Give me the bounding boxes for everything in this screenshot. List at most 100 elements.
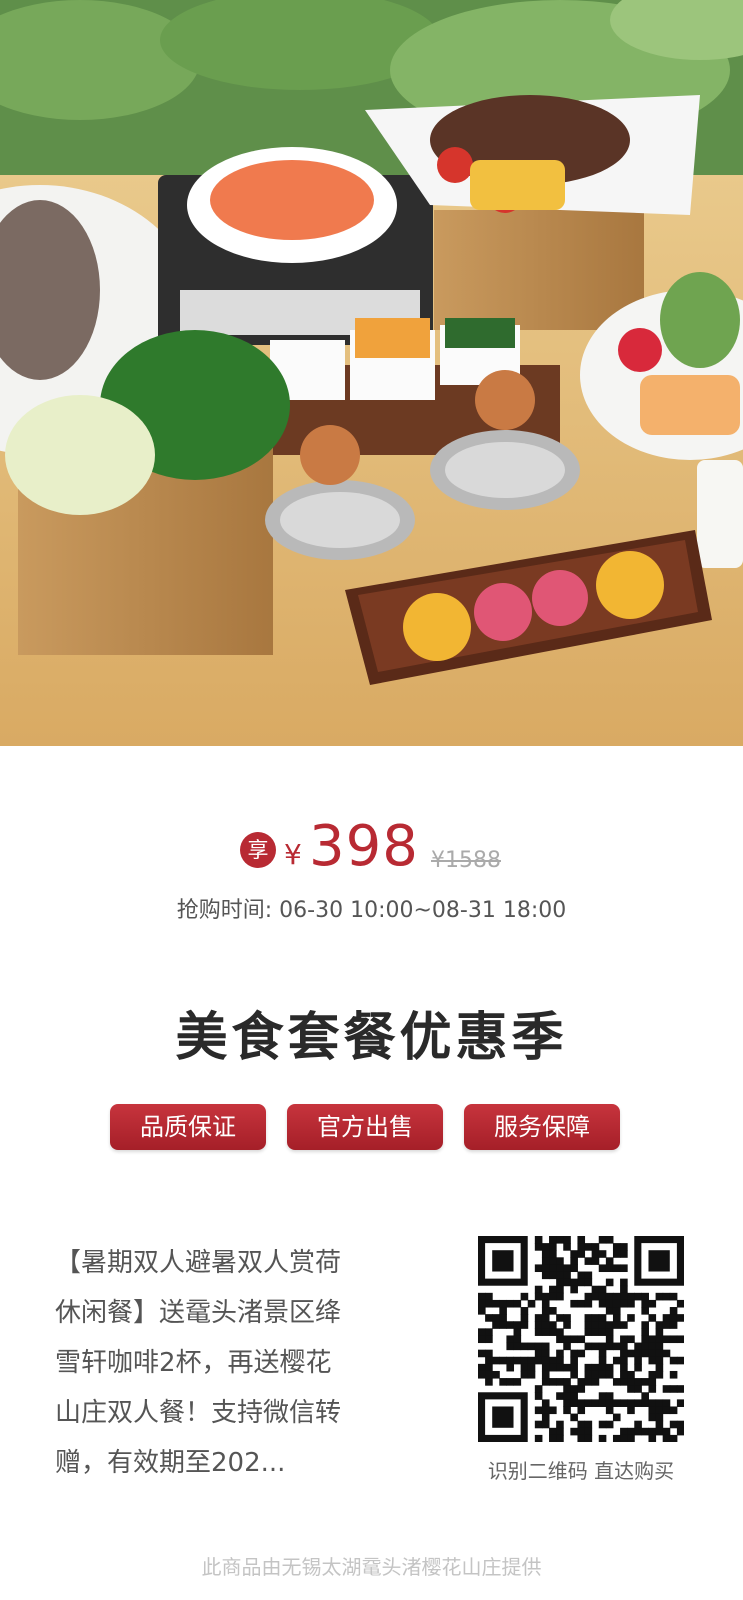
qr-module xyxy=(541,1250,550,1258)
qr-module xyxy=(605,1307,614,1315)
qr-module xyxy=(570,1370,578,1379)
qr-module xyxy=(669,1307,678,1315)
qr-module xyxy=(478,1299,486,1308)
qr-module xyxy=(648,1335,657,1344)
qr-module xyxy=(598,1250,607,1258)
qr-module xyxy=(520,1363,529,1372)
qr-module xyxy=(648,1370,657,1379)
qr-module xyxy=(584,1314,593,1322)
qr-module xyxy=(669,1370,678,1379)
qr-module xyxy=(648,1349,657,1358)
qr-module xyxy=(669,1385,678,1393)
qr-module xyxy=(556,1335,564,1344)
qr-module xyxy=(541,1299,550,1308)
qr-module xyxy=(584,1363,593,1372)
qr-module xyxy=(598,1314,607,1322)
qr-module xyxy=(541,1307,550,1315)
qr-module xyxy=(570,1299,578,1308)
qr-module xyxy=(598,1399,607,1407)
qr-module xyxy=(520,1314,529,1322)
qr-module xyxy=(541,1349,550,1358)
qr-module xyxy=(598,1264,607,1273)
qr-module xyxy=(612,1243,621,1251)
qr-module xyxy=(549,1285,557,1294)
qr-module xyxy=(485,1363,493,1372)
qr-module xyxy=(612,1378,621,1386)
qr-module xyxy=(612,1299,621,1308)
qr-module xyxy=(549,1427,557,1436)
qr-module xyxy=(541,1378,550,1386)
qr-finder-pattern xyxy=(648,1250,670,1272)
qr-module xyxy=(556,1271,564,1280)
qr-module xyxy=(620,1370,628,1379)
qr-module xyxy=(549,1356,557,1365)
qr-module xyxy=(499,1314,507,1322)
qr-module xyxy=(648,1406,657,1415)
qr-module xyxy=(669,1292,678,1301)
qr-module xyxy=(556,1349,564,1358)
qr-module xyxy=(634,1363,642,1372)
qr-module xyxy=(662,1406,671,1415)
qr-module xyxy=(499,1378,507,1386)
qr-module xyxy=(527,1370,536,1379)
qr-module xyxy=(591,1250,600,1258)
qr-module xyxy=(563,1342,571,1351)
qr-module xyxy=(620,1299,628,1308)
qr-module xyxy=(584,1243,593,1251)
qr-module xyxy=(662,1349,671,1358)
qr-module xyxy=(641,1292,649,1301)
qr-module xyxy=(478,1349,486,1358)
qr-module xyxy=(620,1378,628,1386)
qr-module xyxy=(577,1243,586,1251)
qr-module xyxy=(648,1378,657,1386)
qr-module xyxy=(634,1292,642,1301)
qr-module xyxy=(620,1363,628,1372)
qr-code[interactable] xyxy=(478,1236,685,1443)
qr-module xyxy=(605,1299,614,1308)
qr-module xyxy=(549,1434,557,1443)
qr-module xyxy=(598,1321,607,1329)
qr-module xyxy=(648,1314,657,1322)
qr-module xyxy=(513,1356,522,1365)
qr-module xyxy=(570,1356,578,1365)
qr-module xyxy=(563,1236,571,1244)
qr-module xyxy=(556,1378,564,1386)
qr-module xyxy=(612,1264,621,1273)
qr-module xyxy=(605,1321,614,1329)
qr-module xyxy=(641,1321,649,1329)
qr-module xyxy=(641,1299,649,1308)
qr-module xyxy=(549,1307,557,1315)
qr-module xyxy=(669,1406,678,1415)
qr-module xyxy=(605,1257,614,1265)
qr-module xyxy=(556,1236,564,1244)
qr-module xyxy=(620,1335,628,1344)
qr-module xyxy=(506,1335,515,1344)
qr-module xyxy=(570,1363,578,1372)
qr-module xyxy=(499,1356,507,1365)
tag-official: 官方出售 xyxy=(287,1104,443,1150)
qr-module xyxy=(499,1307,507,1315)
qr-module xyxy=(549,1250,557,1258)
qr-module xyxy=(485,1328,493,1336)
exclusive-badge: 享 xyxy=(240,832,276,868)
qr-module xyxy=(492,1314,500,1322)
qr-module xyxy=(478,1307,486,1315)
qr-module xyxy=(570,1285,578,1294)
qr-module xyxy=(655,1413,664,1422)
qr-module xyxy=(620,1278,628,1287)
qr-module xyxy=(563,1392,571,1400)
qr-module xyxy=(549,1264,557,1273)
qr-module xyxy=(534,1292,543,1301)
qr-module xyxy=(676,1385,685,1393)
qr-module xyxy=(549,1406,557,1415)
qr-module xyxy=(627,1434,635,1443)
qr-module xyxy=(584,1321,593,1329)
qr-module xyxy=(570,1257,578,1265)
tag-service: 服务保障 xyxy=(464,1104,620,1150)
qr-module xyxy=(648,1356,657,1365)
qr-module xyxy=(669,1314,678,1322)
qr-module xyxy=(549,1378,557,1386)
qr-module xyxy=(605,1292,614,1301)
qr-module xyxy=(499,1299,507,1308)
qr-module xyxy=(584,1378,593,1386)
